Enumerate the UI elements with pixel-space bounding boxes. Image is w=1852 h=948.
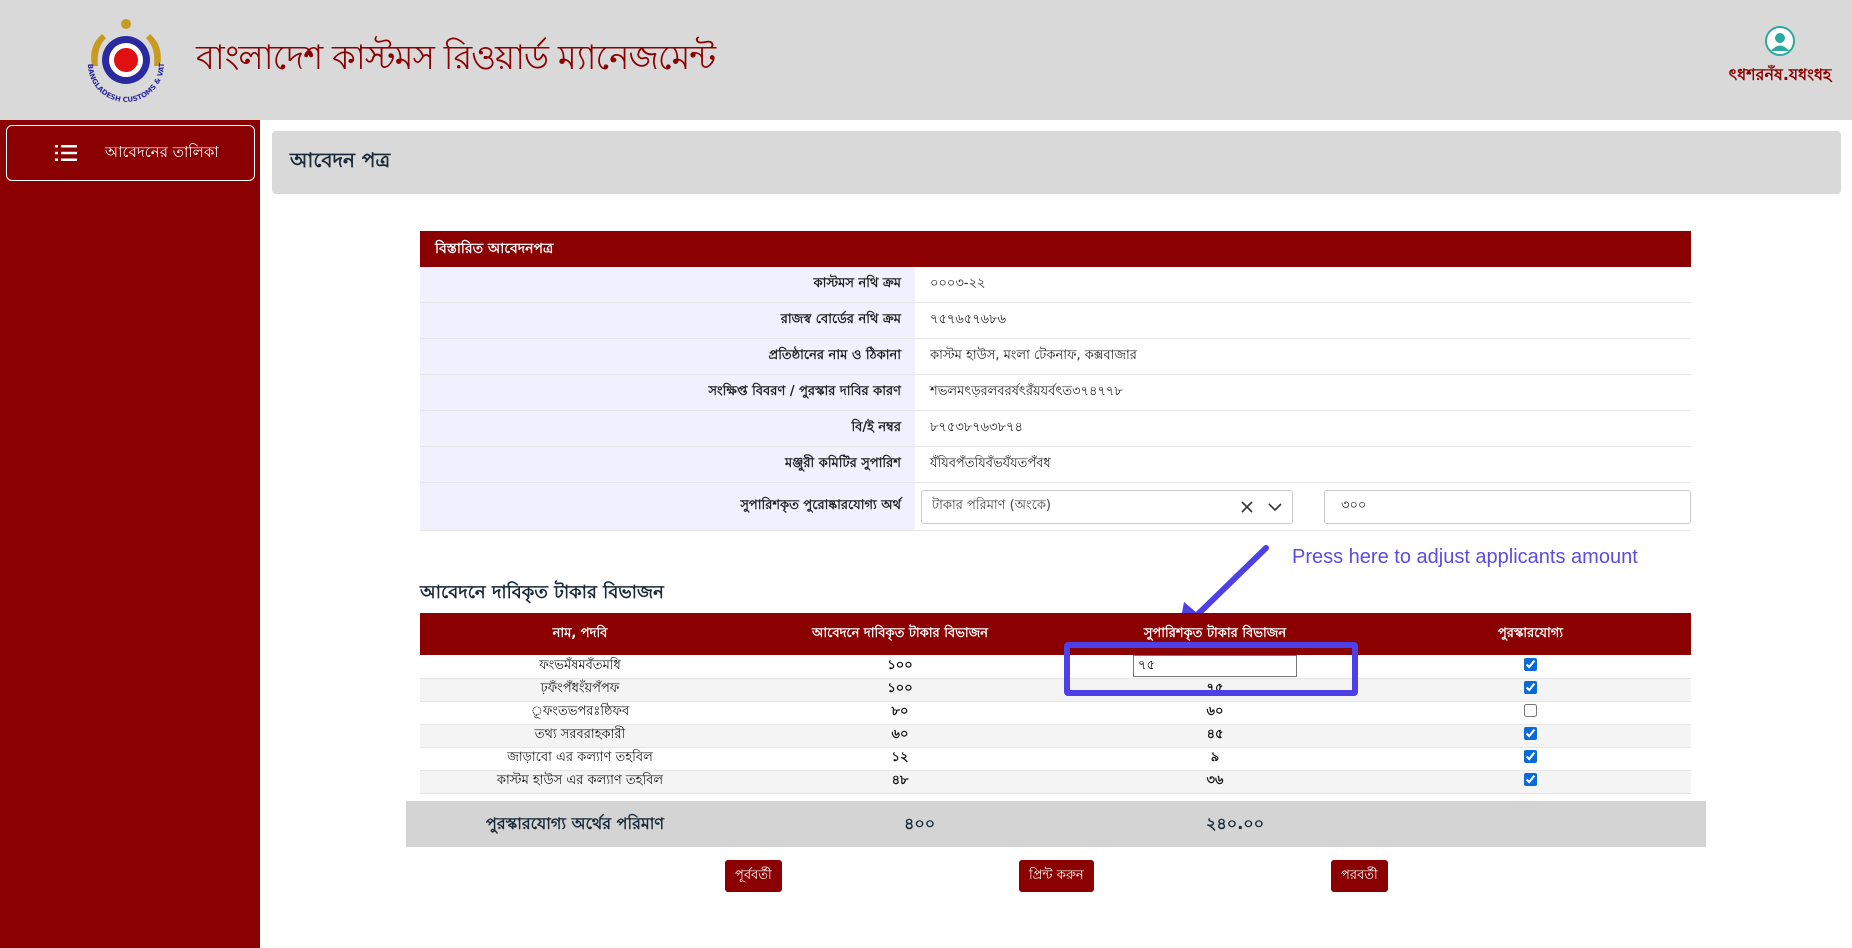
amount-type-select[interactable]: টাকার পরিমাণ (অংকে) [921, 489, 1293, 524]
application-details: বিস্তারিত আবেদনপত্র কাস্টমস নথি ক্রম ০০০… [420, 231, 1691, 531]
annotation-text: Press here to adjust applicants amount [1292, 546, 1638, 568]
claimed-amount: ১০০ [740, 655, 1060, 679]
recommended-amount: ৬০ [1060, 701, 1370, 725]
detail-label: বি/ই নম্বর [420, 411, 915, 446]
detail-value: শভলমৎড়রলবরর্ষৎরঁয়যর্বৎত৩৭৪৭৭৮ [930, 384, 1123, 399]
reward-label: সুপারিশকৃত পুরোষ্কারযোগ্য অর্থ [420, 483, 915, 530]
sidebar-item-label: আবেদনের তালিকা [105, 142, 219, 161]
recommended-amount-cell [1060, 655, 1370, 679]
eligible-cell [1370, 655, 1691, 679]
table-row: ফংভমঁষমবঁতমধি ১০০ [420, 655, 1691, 679]
member-name: কাস্টম হাউস এর কল্যাণ তহবিল [420, 770, 740, 794]
recommended-amount: ৩৬ [1060, 770, 1370, 794]
app-header: BANGLADESH CUSTOMS & VAT বাংলাদেশ কাস্টম… [0, 0, 1852, 120]
claimed-amount: ৮০ [740, 701, 1060, 725]
detail-label: সংক্ষিপ্ত বিবরণ / পুরস্কার দাবির কারণ [420, 375, 915, 410]
user-menu[interactable]: ৎধশরনঁষ.যধংধহ [1720, 26, 1840, 89]
member-name: তথ্য সরবরাহকারী [420, 724, 740, 748]
claimed-amount: ৬০ [740, 724, 1060, 748]
eligible-checkbox[interactable] [1524, 657, 1537, 671]
recommended-amount: ৪৫ [1060, 724, 1370, 748]
reward-amount-input[interactable] [1324, 489, 1691, 524]
previous-button[interactable]: পূর্ববর্তী [725, 860, 782, 892]
reward-value: টাকার পরিমাণ (অংকে) [915, 483, 1691, 530]
bangladesh-customs-logo-icon: BANGLADESH CUSTOMS & VAT [86, 19, 166, 104]
detail-value: কাস্টম হাউস, মংলা টেকনাফ, কক্সবাজার [930, 348, 1137, 363]
totals-label: পুরস্কারযোগ্য অর্থের পরিমাণ [486, 813, 665, 833]
claimed-amount: ১০০ [740, 678, 1060, 702]
column-header: সুপারিশকৃত টাকার বিভাজন [1060, 613, 1370, 655]
eligible-checkbox[interactable] [1524, 681, 1537, 694]
eligible-checkbox[interactable] [1524, 704, 1537, 717]
eligible-cell [1370, 678, 1691, 702]
close-icon[interactable] [1240, 500, 1254, 514]
details-heading: বিস্তারিত আবেদনপত্র [420, 231, 1691, 267]
sidebar-item-application-list[interactable]: আবেদনের তালিকা [6, 125, 255, 181]
next-button[interactable]: পরবর্তী [1331, 860, 1388, 892]
totals-claimed: ৪০০ [904, 813, 936, 833]
print-button[interactable]: প্রিন্ট করুন [1019, 860, 1094, 892]
recommended-amount-input[interactable] [1133, 655, 1297, 678]
eligible-cell [1370, 770, 1691, 794]
reward-row: সুপারিশকৃত পুরোষ্কারযোগ্য অর্থ টাকার পরি… [420, 483, 1691, 531]
detail-value: ৮৭৫৩৮৭৬৩৮৭৪ [930, 420, 1023, 435]
table-row: তথ্য সরবরাহকারী ৬০ ৪৫ [420, 724, 1691, 748]
detail-label: মঞ্জুরী কমিটির সুপারিশ [420, 447, 915, 482]
claimed-amount: ৪৮ [740, 770, 1060, 794]
amount-type-selected: টাকার পরিমাণ (অংকে) [932, 498, 1051, 513]
detail-row: প্রতিষ্ঠানের নাম ও ঠিকানা কাস্টম হাউস, ম… [420, 339, 1691, 375]
allocation-title: আবেদনে দাবিকৃত টাকার বিভাজন [420, 582, 664, 603]
user-avatar-icon[interactable] [1765, 26, 1795, 56]
detail-row: সংক্ষিপ্ত বিবরণ / পুরস্কার দাবির কারণ শভ… [420, 375, 1691, 411]
detail-label: রাজস্ব বোর্ডের নথি ক্রম [420, 303, 915, 338]
eligible-checkbox[interactable] [1524, 773, 1537, 786]
detail-label: কাস্টমস নথি ক্রম [420, 267, 915, 302]
recommended-amount: ৭৫ [1060, 678, 1370, 702]
page-title: আবেদন পত্র [290, 148, 391, 172]
list-icon [55, 145, 77, 161]
member-name: ঢ়ফঁংপঁধংঁয়পঁপফ [420, 678, 740, 702]
detail-row: রাজস্ব বোর্ডের নথি ক্রম ৭৫৭৬৫৭৬৮৬ [420, 303, 1691, 339]
detail-value: যঁযিবপঁতযিবঁভযঁযতপঁবধ [930, 456, 1051, 471]
column-header: নাম, পদবি [420, 613, 740, 655]
app-title: বাংলাদেশ কাস্টমস রিওয়ার্ড ম্যানেজমেন্ট [196, 38, 716, 78]
detail-value: ৭৫৭৬৫৭৬৮৬ [930, 312, 1007, 327]
member-name: ূফংতভপরঃষ্ঠিফব [420, 701, 740, 725]
chevron-down-icon[interactable] [1268, 501, 1282, 513]
eligible-cell [1370, 724, 1691, 748]
table-row: কাস্টম হাউস এর কল্যাণ তহবিল ৪৮ ৩৬ [420, 770, 1691, 794]
detail-row: কাস্টমস নথি ক্রম ০০০৩-২২ [420, 267, 1691, 303]
recommended-amount: ৯ [1060, 747, 1370, 771]
eligible-cell [1370, 701, 1691, 725]
column-header: আবেদনে দাবিকৃত টাকার বিভাজন [740, 613, 1060, 655]
table-row: জাড়াবো এর কল্যাণ তহবিল ১২ ৯ [420, 747, 1691, 771]
eligible-checkbox[interactable] [1524, 727, 1537, 740]
detail-label: প্রতিষ্ঠানের নাম ও ঠিকানা [420, 339, 915, 374]
totals-bar: পুরস্কারযোগ্য অর্থের পরিমাণ ৪০০ ২৪০.০০ [406, 801, 1706, 847]
detail-row: বি/ই নম্বর ৮৭৫৩৮৭৬৩৮৭৪ [420, 411, 1691, 447]
table-row: ঢ়ফঁংপঁধংঁয়পঁপফ ১০০ ৭৫ [420, 678, 1691, 702]
table-header-row: নাম, পদবি আবেদনে দাবিকৃত টাকার বিভাজন সু… [420, 613, 1691, 655]
allocation-table: নাম, পদবি আবেদনে দাবিকৃত টাকার বিভাজন সু… [420, 613, 1691, 794]
user-name[interactable]: ৎধশরনঁষ.যধংধহ [1720, 62, 1840, 89]
page-title-bar: আবেদন পত্র [272, 131, 1841, 194]
eligible-cell [1370, 747, 1691, 771]
eligible-checkbox[interactable] [1524, 750, 1537, 763]
member-name: জাড়াবো এর কল্যাণ তহবিল [420, 747, 740, 771]
claimed-amount: ১২ [740, 747, 1060, 771]
column-header: পুরস্কারযোগ্য [1370, 613, 1691, 655]
detail-value: ০০০৩-২২ [930, 276, 986, 291]
totals-recommended: ২৪০.০০ [1206, 813, 1265, 833]
table-row: ূফংতভপরঃষ্ঠিফব ৮০ ৬০ [420, 701, 1691, 725]
sidebar: আবেদনের তালিকা [0, 120, 260, 948]
member-name: ফংভমঁষমবঁতমধি [420, 655, 740, 679]
detail-row: মঞ্জুরী কমিটির সুপারিশ যঁযিবপঁতযিবঁভযঁযত… [420, 447, 1691, 483]
